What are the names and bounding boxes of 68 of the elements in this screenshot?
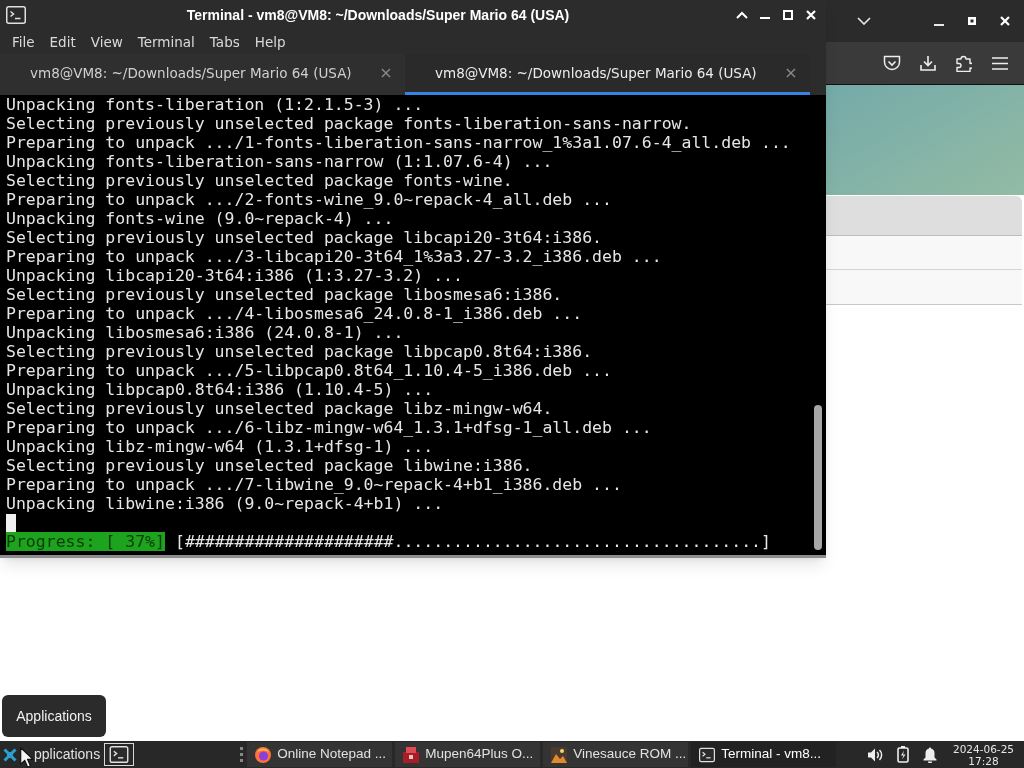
- terminal-line: Selecting previously unselected package fonts-wine.: [6, 171, 513, 190]
- battery-icon[interactable]: [896, 746, 909, 763]
- taskbar-button[interactable]: Terminal - vm8...: [691, 742, 837, 767]
- terminal-line: Unpacking libwine:i386 (9.0~repack-4+b1) ...: [6, 494, 444, 513]
- bell-icon[interactable]: [922, 746, 937, 763]
- terminal-line: Unpacking libz-mingw-w64 (1.3.1+dfsg-1) ...: [6, 437, 434, 456]
- terminal-line: Preparing to unpack .../6-libz-mingw-w64_1.3.1+dfsg-1_all.deb ...: [6, 418, 652, 437]
- menu-icon: [992, 56, 1008, 70]
- terminal-line: Preparing to unpack .../3-libcapi20-3t64_1%3a3.27-3.2_i386.deb ...: [6, 247, 662, 266]
- terminal-icon: [109, 746, 130, 763]
- browser-icon: [255, 746, 272, 763]
- terminal-line: Preparing to unpack .../1-fonts-liberation-sans-narrow_1%3a1.07.6-4_all.deb ...: [6, 133, 791, 152]
- clock-time: 17:28: [968, 754, 999, 767]
- applications-menu-button[interactable]: pplications: [0, 741, 103, 768]
- progress-bar-text: [#####################.....................................]: [174, 532, 771, 551]
- tab-close-button[interactable]: ×: [379, 65, 393, 81]
- menu-item[interactable]: Edit: [49, 32, 76, 52]
- mouse-pointer-icon: [20, 747, 33, 768]
- menu-item[interactable]: File: [12, 32, 35, 52]
- menu-item[interactable]: Terminal: [137, 32, 195, 52]
- terminal-line: Unpacking fonts-liberation-sans-narrow (1:1.07.6-4) ...: [6, 152, 553, 171]
- block-cursor-icon: [6, 513, 16, 532]
- terminal-line: Selecting previously unselected package libpcap0.8t64:i386.: [6, 342, 593, 361]
- terminal-line: Unpacking fonts-wine (9.0~repack-4) ...: [6, 209, 394, 228]
- package-icon: [403, 746, 420, 763]
- progress-label: Progress: [ 37%]: [6, 532, 165, 551]
- speaker-icon[interactable]: [867, 747, 883, 762]
- terminal-line: Unpacking libcapi20-3t64:i386 (1:3.27-3.2) ...: [6, 266, 463, 285]
- minimize-icon: [759, 17, 770, 19]
- terminal-icon: [6, 6, 26, 24]
- tooltip: Applications: [2, 695, 106, 737]
- terminal-line: Selecting previously unselected package fonts-liberation-sans-narrow.: [6, 114, 692, 133]
- minimize-icon: [934, 23, 944, 26]
- close-icon: [1000, 16, 1010, 26]
- terminal-line: Selecting previously unselected package libwine:i386.: [6, 456, 533, 475]
- clock-date: 2024-06-25: [952, 742, 1014, 755]
- terminal-line: Preparing to unpack .../2-fonts-wine_9.0~repack-4_all.deb ...: [6, 190, 612, 209]
- chevron-up-icon: [735, 11, 748, 19]
- terminal-line: Unpacking fonts-liberation (1:2.1.5-3) ...: [6, 95, 424, 114]
- menu-item[interactable]: Tabs: [209, 32, 240, 52]
- terminal-line: Preparing to unpack .../5-libpcap0.8t64_1.10.4-5_i386.deb ...: [6, 361, 612, 380]
- chevron-down-icon: [857, 17, 871, 25]
- download-icon: [920, 55, 936, 71]
- maximize-icon: [968, 17, 976, 25]
- puzzle-piece-icon: [956, 54, 972, 72]
- scrollbar-thumb[interactable]: [814, 405, 822, 550]
- taskbar-button[interactable]: Vinesauce ROM ...: [543, 742, 689, 767]
- close-icon: [805, 10, 816, 20]
- terminal-line: Preparing to unpack .../7-libwine_9.0~repack-4+b1_i386.deb ...: [6, 475, 622, 494]
- terminal-line: Unpacking libosmesa6:i386 (24.0.8-1) ...: [6, 323, 404, 342]
- image-icon: [551, 746, 568, 763]
- apps-menu-icon: [2, 746, 18, 763]
- terminal-icon: [699, 746, 716, 763]
- terminal-line: Preparing to unpack .../4-libosmesa6_24.0.8-1_i386.deb ...: [6, 304, 583, 323]
- terminal-line: Unpacking libpcap0.8t64:i386 (1.10.4-5) ...: [6, 380, 434, 399]
- terminal-launcher-button[interactable]: [104, 743, 135, 766]
- menu-item[interactable]: Help: [254, 32, 286, 52]
- terminal-line: Selecting previously unselected package libz-mingw-w64.: [6, 399, 553, 418]
- menu-item[interactable]: View: [90, 32, 123, 52]
- terminal-line: Selecting previously unselected package libosmesa6:i386.: [6, 285, 563, 304]
- taskbar-button[interactable]: Online Notepad ...: [247, 742, 393, 767]
- terminal-line: Selecting previously unselected package libcapi20-3t64:i386.: [6, 228, 603, 247]
- tab-close-button[interactable]: ×: [784, 65, 798, 81]
- window-title: Terminal - vm8@VM8: ~/Downloads/Super Mario 64 (USA): [185, 5, 571, 25]
- taskbar-button[interactable]: Mupen64Plus O...: [395, 742, 541, 767]
- drag-handle-icon: [240, 747, 244, 762]
- shield-chevron-icon: [883, 55, 901, 71]
- maximize-icon: [782, 10, 793, 20]
